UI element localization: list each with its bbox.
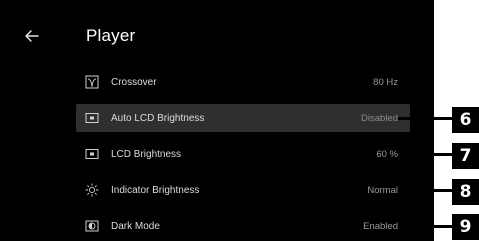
setting-row-indicator-brightness[interactable]: Indicator Brightness Normal xyxy=(76,176,410,204)
setting-value: 80 Hz xyxy=(373,76,398,88)
setting-label: Crossover xyxy=(111,76,157,88)
setting-row-crossover[interactable]: Crossover 80 Hz xyxy=(76,68,410,96)
player-settings-screen: Player Crossover 80 Hz Auto LCD Brightne… xyxy=(0,0,434,241)
setting-row-lcd-brightness[interactable]: LCD Brightness 60 % xyxy=(76,140,410,168)
setting-label: Auto LCD Brightness xyxy=(111,112,205,124)
setting-label: LCD Brightness xyxy=(111,148,182,160)
callout-line xyxy=(398,225,454,228)
setting-row-auto-lcd-brightness[interactable]: Auto LCD Brightness Disabled xyxy=(76,104,410,132)
crossover-icon xyxy=(85,75,99,89)
callout-badge: 7 xyxy=(452,143,479,169)
lcd-icon xyxy=(85,147,99,161)
sun-icon xyxy=(85,183,99,197)
setting-row-dark-mode[interactable]: Dark Mode Enabled xyxy=(76,212,410,240)
callout-line xyxy=(398,117,454,120)
back-arrow-icon[interactable] xyxy=(22,26,42,46)
callout-badge: 9 xyxy=(452,214,479,240)
callout-line xyxy=(398,189,454,192)
setting-value: Disabled xyxy=(361,112,398,124)
callout-badge: 8 xyxy=(452,179,479,205)
setting-label: Indicator Brightness xyxy=(111,184,200,196)
callout-badge: 6 xyxy=(452,107,479,133)
page-title: Player xyxy=(86,26,136,45)
lcd-icon xyxy=(85,111,99,125)
setting-value: 60 % xyxy=(376,148,398,160)
contrast-icon xyxy=(85,219,99,233)
setting-value: Normal xyxy=(367,184,398,196)
setting-value: Enabled xyxy=(363,220,398,232)
callout-line xyxy=(398,153,454,156)
setting-label: Dark Mode xyxy=(111,220,160,232)
